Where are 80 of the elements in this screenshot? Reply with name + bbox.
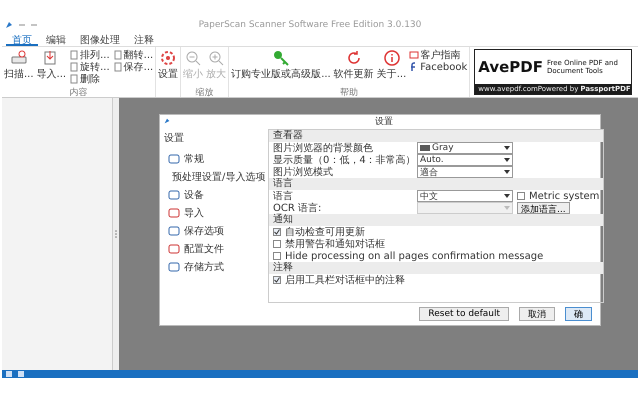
checkbox[interactable] — [273, 228, 281, 236]
nav-icon — [168, 244, 180, 254]
zoom-out-icon — [184, 49, 202, 67]
checkbox[interactable] — [273, 240, 281, 248]
nav-item[interactable]: 常规 — [164, 151, 264, 167]
checkbox[interactable] — [273, 276, 281, 284]
ribbon-button[interactable]: 翻转... — [112, 49, 154, 61]
ribbon-button[interactable]: 旋转... — [68, 61, 111, 73]
key-icon — [272, 49, 290, 67]
ribbon-tab[interactable]: 图像处理 — [74, 33, 126, 46]
nav-icon — [168, 154, 180, 164]
ribbon-tab[interactable]: 注释 — [128, 33, 160, 46]
app-logo-icon — [4, 20, 14, 30]
group-label: 内容 — [68, 86, 89, 97]
checkbox-label: 自动检查可用更新 — [285, 226, 365, 238]
caret-icon — [504, 206, 510, 210]
dialog-button[interactable]: 确 — [565, 307, 592, 321]
dropdown[interactable]: Auto. — [417, 154, 513, 166]
section-header: 语言 — [269, 178, 604, 190]
info-icon — [382, 49, 400, 67]
group-label: 帮助 — [339, 86, 360, 97]
caret-icon — [504, 170, 510, 174]
checkbox[interactable] — [517, 192, 525, 200]
checkbox-label: 启用工具栏对话框中的注释 — [285, 274, 405, 287]
ribbon-button[interactable]: 排列... — [68, 49, 111, 61]
checkbox-label: 禁用警告和通知对话框 — [285, 238, 385, 251]
field-label: 图片浏览器的背景颜色 — [273, 142, 374, 154]
ribbon-button[interactable]: 关于... — [376, 49, 408, 86]
group-label: 缩放 — [194, 86, 215, 97]
gear-icon — [159, 49, 178, 67]
ribbon-button[interactable]: 导入... — [36, 49, 68, 86]
ribbon-button[interactable]: 扫描... — [3, 49, 35, 86]
dialog-button[interactable]: Reset to default — [419, 307, 509, 321]
checkbox-label: Hide processing on all pages confirmation message — [285, 250, 544, 262]
ribbon-button[interactable]: 删除 — [68, 73, 111, 85]
ribbon-button[interactable]: 订购专业版或高级版... — [230, 49, 332, 86]
dialog-title: 设置 — [374, 116, 394, 128]
caret-icon — [504, 146, 510, 150]
nav-icon — [168, 208, 180, 218]
caret-icon — [504, 194, 510, 198]
document-icon — [69, 50, 80, 60]
nav-item[interactable]: 存储方式 — [164, 259, 264, 275]
ribbon-button[interactable]: 客户指南 — [408, 49, 468, 61]
dialog-button[interactable]: 取消 — [519, 307, 555, 321]
field-label: 图片浏览模式 — [273, 166, 334, 178]
checkbox-label: Metric system — [529, 190, 600, 202]
section-header: 通知 — [269, 214, 604, 226]
nav-item[interactable]: 预处理设置/导入选项 — [164, 169, 264, 185]
field-label: 语言 — [273, 190, 294, 203]
checkbox[interactable] — [273, 252, 281, 260]
zoom-in-icon — [207, 49, 226, 67]
nav-item[interactable]: 设备 — [164, 187, 264, 203]
field-label: OCR 语言: — [273, 202, 322, 214]
section-header: 查看器 — [269, 130, 604, 142]
nav-icon — [168, 262, 180, 272]
nav-title: 设置 — [164, 132, 185, 145]
window-title: PaperScan Scanner Software Free Edition 3.0.130 — [198, 20, 422, 30]
document-icon — [112, 50, 123, 60]
ribbon-button[interactable]: 设置 — [157, 49, 180, 86]
ribbon-button[interactable]: 软件更新 — [332, 49, 375, 86]
dropdown[interactable]: 中文 — [417, 190, 513, 202]
nav-icon — [168, 226, 180, 236]
dropdown[interactable]: Gray — [417, 142, 513, 154]
nav-item[interactable]: 导入 — [164, 205, 264, 221]
dropdown[interactable]: 適合 — [417, 166, 513, 178]
section-header: 注释 — [269, 262, 604, 274]
ribbon-button[interactable]: Facebook — [408, 61, 468, 73]
ad-brand: AvePDF — [478, 58, 543, 76]
nav-item[interactable]: 保存选项 — [164, 223, 264, 239]
document-icon — [112, 62, 123, 72]
field-label: 显示质量（0：低，4：非常高） — [273, 154, 413, 166]
document-icon — [69, 74, 80, 84]
nav-item[interactable]: 配置文件 — [164, 241, 264, 257]
document-icon — [69, 62, 80, 72]
ribbon-tab[interactable]: 编辑 — [40, 33, 72, 46]
app-logo-icon — [163, 117, 171, 125]
nav-icon — [168, 190, 180, 200]
caret-icon — [504, 158, 510, 162]
ribbon-button[interactable]: 保存... — [112, 61, 154, 73]
ribbon-tab[interactable]: 首页 — [6, 33, 38, 46]
